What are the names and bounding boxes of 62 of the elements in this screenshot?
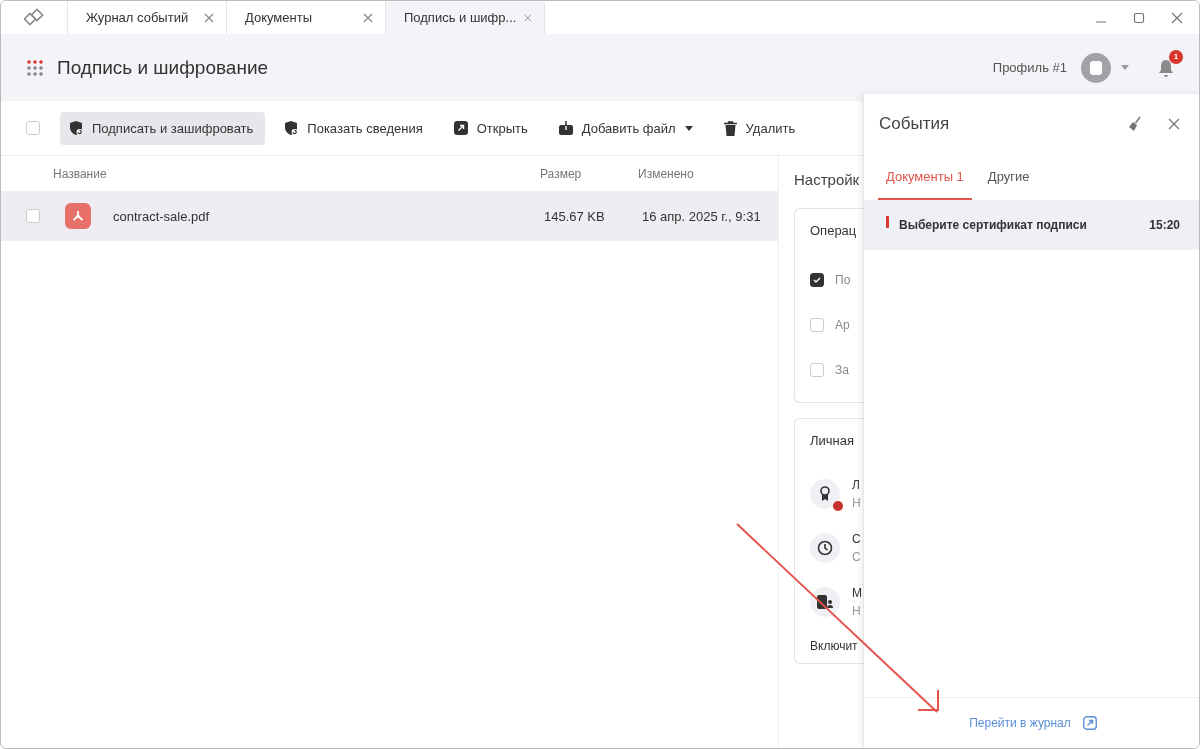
caret-icon [684, 125, 693, 131]
row-checkbox[interactable] [26, 209, 40, 223]
logo-icon [24, 7, 44, 28]
shield-icon [69, 120, 83, 136]
maximize-icon[interactable] [1133, 11, 1145, 24]
card-title: Личная [810, 433, 855, 450]
select-all-checkbox[interactable] [26, 121, 40, 135]
close-icon[interactable] [1171, 11, 1183, 24]
column-header[interactable]: Размер [540, 166, 638, 181]
option-label: За [835, 362, 849, 377]
toolbar-button[interactable]: Удалить [714, 111, 808, 145]
external-link-icon[interactable] [1082, 716, 1097, 730]
file-name: contract-sale.pdf [113, 208, 211, 224]
event-time: 15:20 [1149, 218, 1180, 232]
item-title: Л [852, 478, 861, 492]
toolbar-button[interactable]: Подписать и зашифровать [60, 111, 266, 145]
column-header[interactable]: Изменено [638, 166, 694, 181]
id-card-icon [817, 595, 833, 609]
certificate-icon [819, 486, 831, 502]
toolbar-button[interactable]: Добавить файл [549, 111, 705, 145]
check-icon [813, 276, 821, 283]
window-tab[interactable]: Подпись и шифр... [386, 1, 545, 34]
card-title: Операц [810, 223, 858, 240]
notification-badge: 1 [1169, 49, 1183, 64]
event-message: Выберите сертификат подписи [899, 218, 1088, 232]
trash-icon [723, 120, 737, 136]
avatar[interactable] [1081, 52, 1111, 83]
external-link-icon [453, 121, 468, 135]
settings-title: Настройк [794, 171, 861, 190]
file-modified-date: 16 апр. 2025 г., 9:31 [642, 208, 761, 224]
item-subtitle: Н [852, 604, 862, 618]
warning-badge-icon [833, 501, 843, 511]
toolbar-button[interactable]: Показать сведения [275, 111, 435, 145]
broom-icon[interactable] [1128, 116, 1142, 132]
profile-name[interactable]: Профиль #1 [992, 60, 1067, 75]
bell-icon[interactable] [1157, 57, 1175, 78]
shield-icon [284, 120, 299, 136]
option-checkbox[interactable] [810, 272, 824, 287]
clock-icon [817, 540, 833, 556]
item-subtitle: Н [852, 496, 861, 510]
apps-grid-icon[interactable] [27, 59, 43, 76]
item-title: М [852, 586, 862, 600]
toolbar-button[interactable]: Открыть [444, 111, 540, 145]
close-icon[interactable] [363, 12, 373, 23]
panel-title: События [879, 114, 950, 134]
card-footer-text: Включит [810, 639, 859, 653]
events-tab[interactable]: Другие [979, 154, 1038, 200]
file-size: 145.67 KB [544, 208, 606, 224]
pdf-file-icon [65, 203, 91, 229]
option-label: Ар [835, 317, 850, 332]
close-icon[interactable] [1168, 118, 1180, 130]
page-title: Подпись и шифрование [57, 56, 269, 79]
close-icon[interactable] [524, 12, 532, 23]
close-icon[interactable] [204, 12, 214, 23]
event-row[interactable]: Выберите сертификат подписи 15:20 [864, 200, 1199, 250]
file-row[interactable]: contract-sale.pdf 145.67 KB 16 апр. 2025 г., 9:31 [1, 191, 778, 241]
tray-download-icon [558, 121, 573, 135]
item-subtitle: С [852, 550, 861, 564]
option-label: По [835, 272, 851, 287]
column-header[interactable]: Название [53, 166, 540, 181]
caret-icon[interactable] [1121, 65, 1129, 70]
item-title: С [852, 532, 861, 546]
